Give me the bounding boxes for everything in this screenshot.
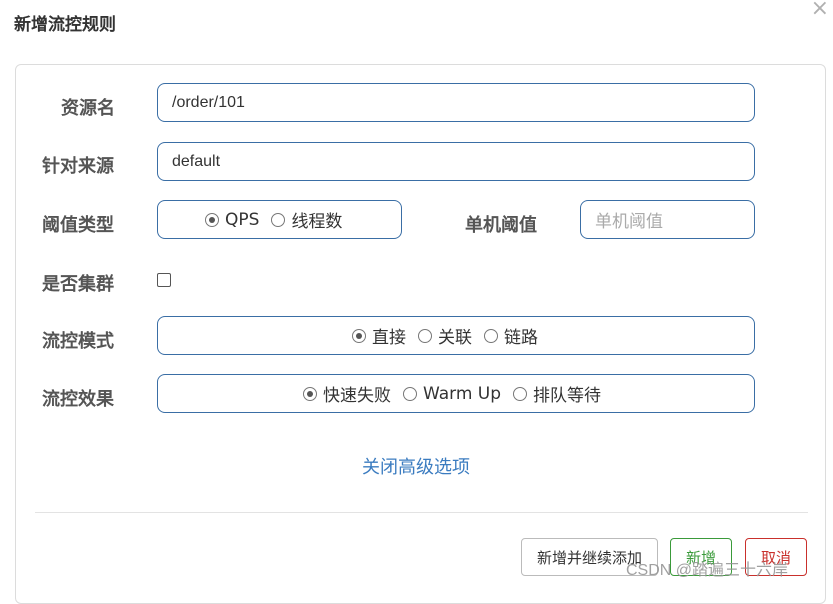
count-label: 单机阈值 — [465, 215, 537, 236]
radio-checked-icon — [303, 386, 317, 401]
control-behavior-radio-group: 快速失败 Warm Up 排队等待 — [303, 375, 613, 412]
dialog-title: 新增流控规则 — [14, 15, 116, 35]
resource-label: 资源名 — [61, 98, 115, 119]
footer-divider — [35, 512, 808, 513]
strategy-option-direct-label: 直接 — [372, 328, 406, 348]
watermark: CSDN @踏遍三十六岸 — [626, 562, 789, 579]
grade-radio-group: QPS 线程数 — [205, 201, 354, 238]
grade-option-qps-label: QPS — [225, 209, 260, 230]
strategy-option-chain[interactable]: 链路 — [484, 323, 538, 348]
radio-unchecked-icon — [513, 386, 528, 401]
limit-app-label: 针对来源 — [42, 156, 114, 177]
behavior-option-queue[interactable]: 排队等待 — [513, 381, 601, 406]
cluster-checkbox[interactable] — [157, 273, 171, 287]
grade-radio-box: QPS 线程数 — [157, 200, 402, 239]
grade-option-thread-label: 线程数 — [291, 212, 343, 232]
behavior-option-warm-up[interactable]: Warm Up — [403, 384, 501, 404]
strategy-radio-box: 直接 关联 链路 — [157, 316, 755, 355]
radio-checked-icon — [352, 328, 366, 343]
behavior-option-queue-label: 排队等待 — [533, 386, 602, 406]
advanced-options-link[interactable]: 关闭高级选项 — [362, 453, 470, 479]
cluster-label: 是否集群 — [42, 274, 114, 295]
control-behavior-label: 流控效果 — [42, 389, 114, 410]
radio-unchecked-icon — [403, 386, 417, 401]
close-icon[interactable]: × — [811, 0, 829, 20]
count-placeholder: 单机阈值 — [595, 212, 663, 231]
strategy-option-chain-label: 链路 — [504, 328, 538, 348]
behavior-option-fail-fast[interactable]: 快速失败 — [303, 381, 391, 406]
count-input[interactable]: 单机阈值 — [580, 200, 755, 239]
strategy-label: 流控模式 — [42, 331, 114, 352]
behavior-option-fail-fast-label: 快速失败 — [323, 386, 391, 406]
grade-option-thread[interactable]: 线程数 — [271, 207, 342, 232]
strategy-radio-group: 直接 关联 链路 — [352, 317, 550, 354]
control-behavior-radio-box: 快速失败 Warm Up 排队等待 — [157, 374, 755, 413]
radio-unchecked-icon — [271, 212, 286, 227]
limit-app-input[interactable]: default — [157, 142, 755, 181]
radio-unchecked-icon — [418, 328, 432, 343]
resource-input[interactable]: /order/101 — [157, 83, 755, 122]
strategy-option-direct[interactable]: 直接 — [352, 323, 406, 348]
radio-checked-icon — [205, 212, 219, 227]
grade-label: 阈值类型 — [42, 215, 114, 236]
behavior-option-warm-up-label: Warm Up — [423, 383, 502, 404]
strategy-option-relate[interactable]: 关联 — [418, 323, 472, 348]
grade-option-qps[interactable]: QPS — [205, 210, 259, 230]
strategy-option-relate-label: 关联 — [438, 328, 472, 348]
radio-unchecked-icon — [484, 328, 498, 343]
